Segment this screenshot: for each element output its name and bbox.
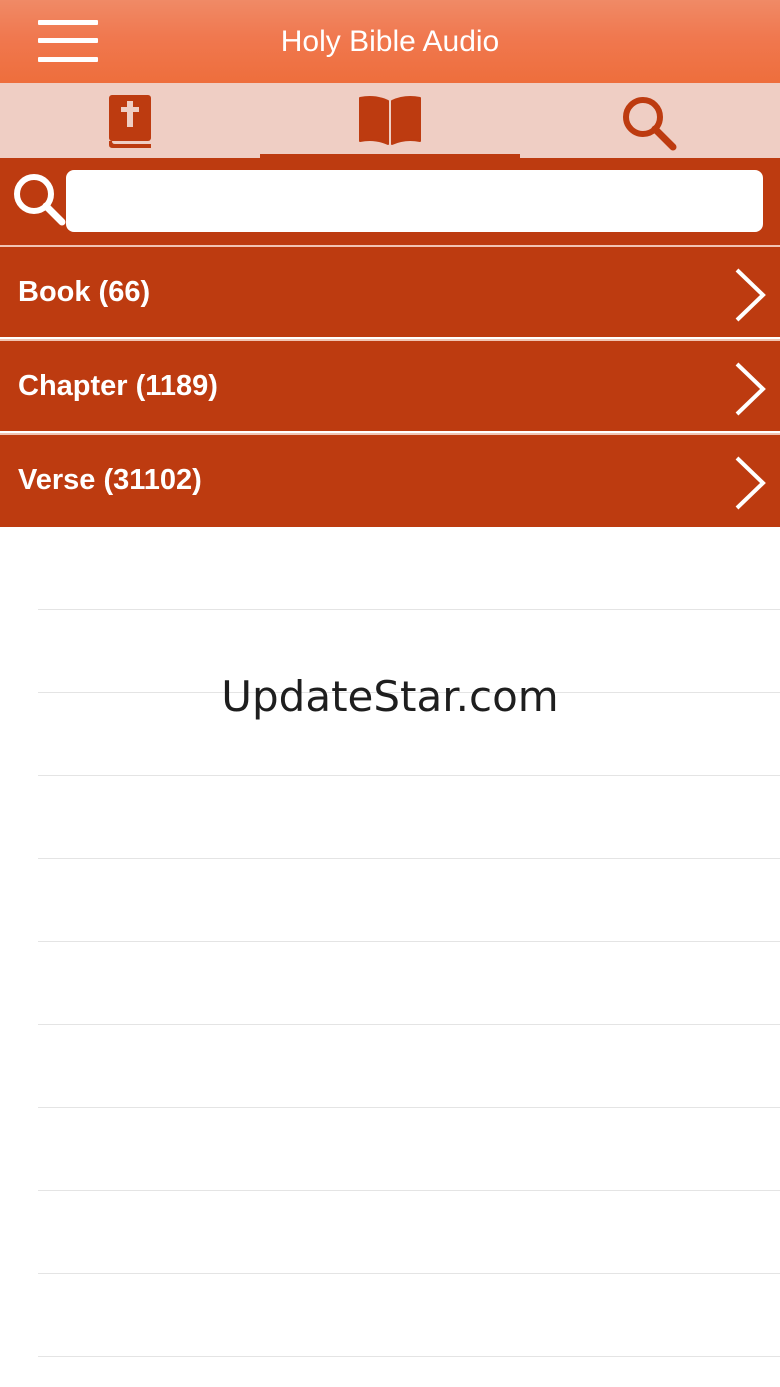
app-header: Holy Bible Audio: [0, 0, 780, 83]
tab-reading[interactable]: [260, 83, 520, 158]
chevron-right-icon: [735, 456, 766, 510]
empty-row-divider: [38, 1024, 780, 1025]
empty-row-divider: [38, 1190, 780, 1191]
tab-bible[interactable]: [0, 83, 260, 158]
empty-row-divider: [38, 1107, 780, 1108]
tab-search[interactable]: [520, 83, 780, 158]
empty-row-divider: [38, 609, 780, 610]
empty-row-divider: [38, 941, 780, 942]
search-bar: [0, 158, 780, 245]
app-title: Holy Bible Audio: [280, 25, 500, 58]
empty-row-divider: [38, 858, 780, 859]
search-icon: [14, 174, 66, 226]
list-item-book[interactable]: Book (66): [0, 245, 780, 337]
chevron-right-icon: [735, 268, 766, 322]
search-icon: [623, 97, 677, 151]
list-item-label: Book (66): [18, 276, 151, 308]
empty-row-divider: [38, 1356, 780, 1357]
tab-bar: [0, 83, 780, 158]
list-item-verse[interactable]: Verse (31102): [0, 433, 780, 527]
watermark: UpdateStar.com: [221, 672, 559, 721]
empty-row-divider: [38, 775, 780, 776]
open-book-icon: [359, 96, 421, 145]
list-item-label: Chapter (1189): [18, 370, 218, 402]
empty-row-divider: [38, 1273, 780, 1274]
bible-book-icon: [109, 95, 151, 148]
list-item-label: Verse (31102): [18, 464, 202, 496]
list-item-chapter[interactable]: Chapter (1189): [0, 339, 780, 431]
search-input[interactable]: [66, 170, 763, 232]
chevron-right-icon: [735, 362, 766, 416]
